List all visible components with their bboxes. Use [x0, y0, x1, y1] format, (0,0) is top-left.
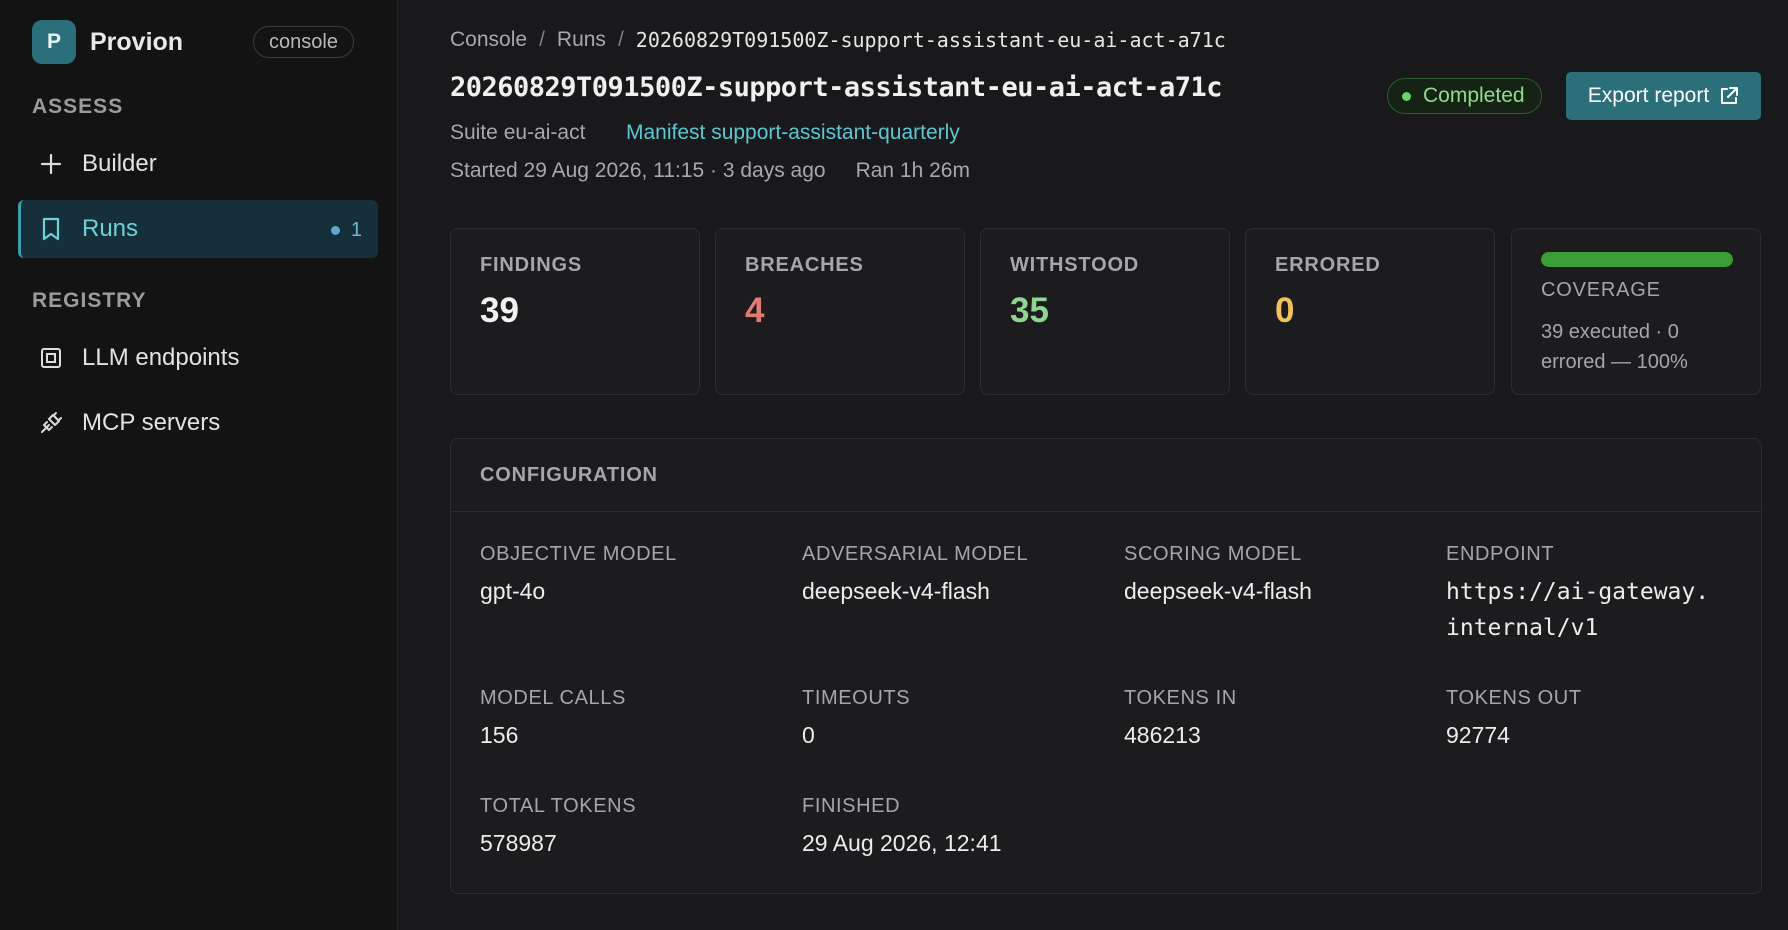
field-label: SCORING MODEL: [1124, 543, 1302, 565]
breaches-label: BREACHES: [745, 254, 864, 276]
sidebar-item-runs[interactable]: Runs 1: [18, 200, 378, 258]
objective-model-field: OBJECTIVE MODEL gpt-4o: [480, 543, 770, 605]
plus-icon: [38, 151, 64, 177]
coverage-card: COVERAGE 39 executed · 0 errored — 100%: [1511, 228, 1761, 395]
runs-count: 1: [350, 219, 362, 241]
coverage-bar: [1541, 252, 1733, 267]
console-badge: console: [253, 26, 354, 58]
field-value: gpt-4o: [480, 578, 546, 604]
field-label: TOKENS IN: [1124, 687, 1237, 709]
sidebar-item-llm-endpoints[interactable]: LLM endpoints: [18, 329, 378, 387]
section-label-assess: ASSESS: [32, 95, 124, 118]
breadcrumb-runs[interactable]: Runs: [557, 28, 606, 52]
external-link-icon: [1721, 87, 1739, 104]
model-calls-field: MODEL CALLS 156: [480, 687, 770, 749]
field-label: ENDPOINT: [1446, 543, 1555, 565]
sidebar-item-label: MCP servers: [82, 409, 221, 436]
suite-label: Suite eu-ai-act: [450, 121, 586, 144]
field-label: TIMEOUTS: [802, 687, 911, 709]
withstood-card: WITHSTOOD 35: [980, 228, 1230, 395]
run-meta-suite: Suite eu-ai-act Manifest support-assista…: [450, 121, 960, 145]
tokens-in-field: TOKENS IN 486213: [1124, 687, 1414, 749]
export-report-button[interactable]: Export report: [1566, 72, 1761, 120]
endpoint-field: ENDPOINT https://ai-gateway.internal/v1: [1446, 543, 1736, 646]
status-dot: [330, 226, 340, 235]
errored-card: ERRORED 0: [1245, 228, 1495, 395]
field-label: TOTAL TOKENS: [480, 795, 637, 817]
field-label: FINISHED: [802, 795, 901, 817]
field-value: 29 Aug 2026, 12:41: [802, 830, 1002, 856]
bookmark-icon: [38, 216, 64, 242]
field-value: 0: [802, 722, 815, 748]
sidebar-item-label: Builder: [82, 150, 157, 177]
started-label: Started 29 Aug 2026, 11:15 · 3 days ago: [450, 159, 826, 182]
runs-count-badge: 1: [330, 219, 362, 242]
errored-value: 0: [1275, 291, 1295, 330]
field-value: 92774: [1446, 722, 1510, 748]
errored-label: ERRORED: [1275, 254, 1381, 276]
configuration-title: CONFIGURATION: [451, 439, 1761, 512]
finished-field: FINISHED 29 Aug 2026, 12:41: [802, 795, 1092, 857]
configuration-panel: CONFIGURATION OBJECTIVE MODEL gpt-4o ADV…: [450, 438, 1762, 894]
sidebar-item-mcp-servers[interactable]: MCP servers: [18, 394, 378, 452]
export-label: Export report: [1587, 84, 1710, 107]
field-label: OBJECTIVE MODEL: [480, 543, 677, 565]
run-meta-timing: Started 29 Aug 2026, 11:15 · 3 days ago R…: [450, 159, 970, 183]
brand[interactable]: P Provion: [32, 20, 183, 64]
field-label: MODEL CALLS: [480, 687, 626, 709]
field-value: 486213: [1124, 722, 1201, 748]
breaches-value: 4: [745, 291, 765, 330]
field-value: 578987: [480, 830, 557, 856]
field-value: deepseek-v4-flash: [1124, 578, 1312, 604]
field-label: ADVERSARIAL MODEL: [802, 543, 1029, 565]
sidebar-item-label: LLM endpoints: [82, 344, 240, 371]
timeouts-field: TIMEOUTS 0: [802, 687, 1092, 749]
scoring-model-field: SCORING MODEL deepseek-v4-flash: [1124, 543, 1414, 605]
page-title: 20260829T091500Z-support-assistant-eu-ai…: [450, 72, 1223, 103]
status-label: Completed: [1423, 84, 1525, 107]
sidebar: P Provion console ASSESS Builder Runs 1 …: [0, 0, 398, 930]
withstood-value: 35: [1010, 291, 1049, 330]
breaches-card: BREACHES 4: [715, 228, 965, 395]
coverage-description: 39 executed · 0 errored — 100%: [1541, 321, 1688, 373]
field-value: deepseek-v4-flash: [802, 578, 990, 604]
sidebar-item-builder[interactable]: Builder: [18, 135, 378, 193]
tokens-out-field: TOKENS OUT 92774: [1446, 687, 1736, 749]
breadcrumb: Console / Runs / 20260829T091500Z-suppor…: [450, 28, 1226, 52]
total-tokens-field: TOTAL TOKENS 578987: [480, 795, 770, 857]
field-value: 156: [480, 722, 519, 748]
field-value: https://ai-gateway.internal/v1: [1446, 579, 1710, 641]
breadcrumb-separator: /: [617, 28, 624, 51]
status-dot: [1402, 91, 1411, 101]
findings-label: FINDINGS: [480, 254, 582, 276]
manifest-link[interactable]: Manifest support-assistant-quarterly: [626, 121, 960, 145]
breadcrumb-current: 20260829T091500Z-support-assistant-eu-ai…: [635, 28, 1226, 52]
adversarial-model-field: ADVERSARIAL MODEL deepseek-v4-flash: [802, 543, 1092, 605]
section-label-registry: REGISTRY: [32, 289, 147, 312]
withstood-label: WITHSTOOD: [1010, 254, 1140, 276]
app-name: Provion: [90, 27, 184, 56]
breadcrumb-separator: /: [539, 28, 545, 51]
field-label: TOKENS OUT: [1446, 687, 1582, 709]
findings-value: 39: [480, 291, 519, 330]
chip-icon: [38, 345, 64, 371]
coverage-bar-fill: [1541, 252, 1733, 267]
plug-icon: [38, 410, 64, 436]
app-logo: P: [32, 20, 76, 64]
findings-card: FINDINGS 39: [450, 228, 700, 395]
sidebar-item-label: Runs: [82, 215, 139, 242]
ran-duration: Ran 1h 26m: [855, 159, 970, 182]
coverage-label: COVERAGE: [1541, 279, 1661, 301]
breadcrumb-console[interactable]: Console: [450, 28, 527, 52]
status-badge: Completed: [1387, 78, 1542, 114]
